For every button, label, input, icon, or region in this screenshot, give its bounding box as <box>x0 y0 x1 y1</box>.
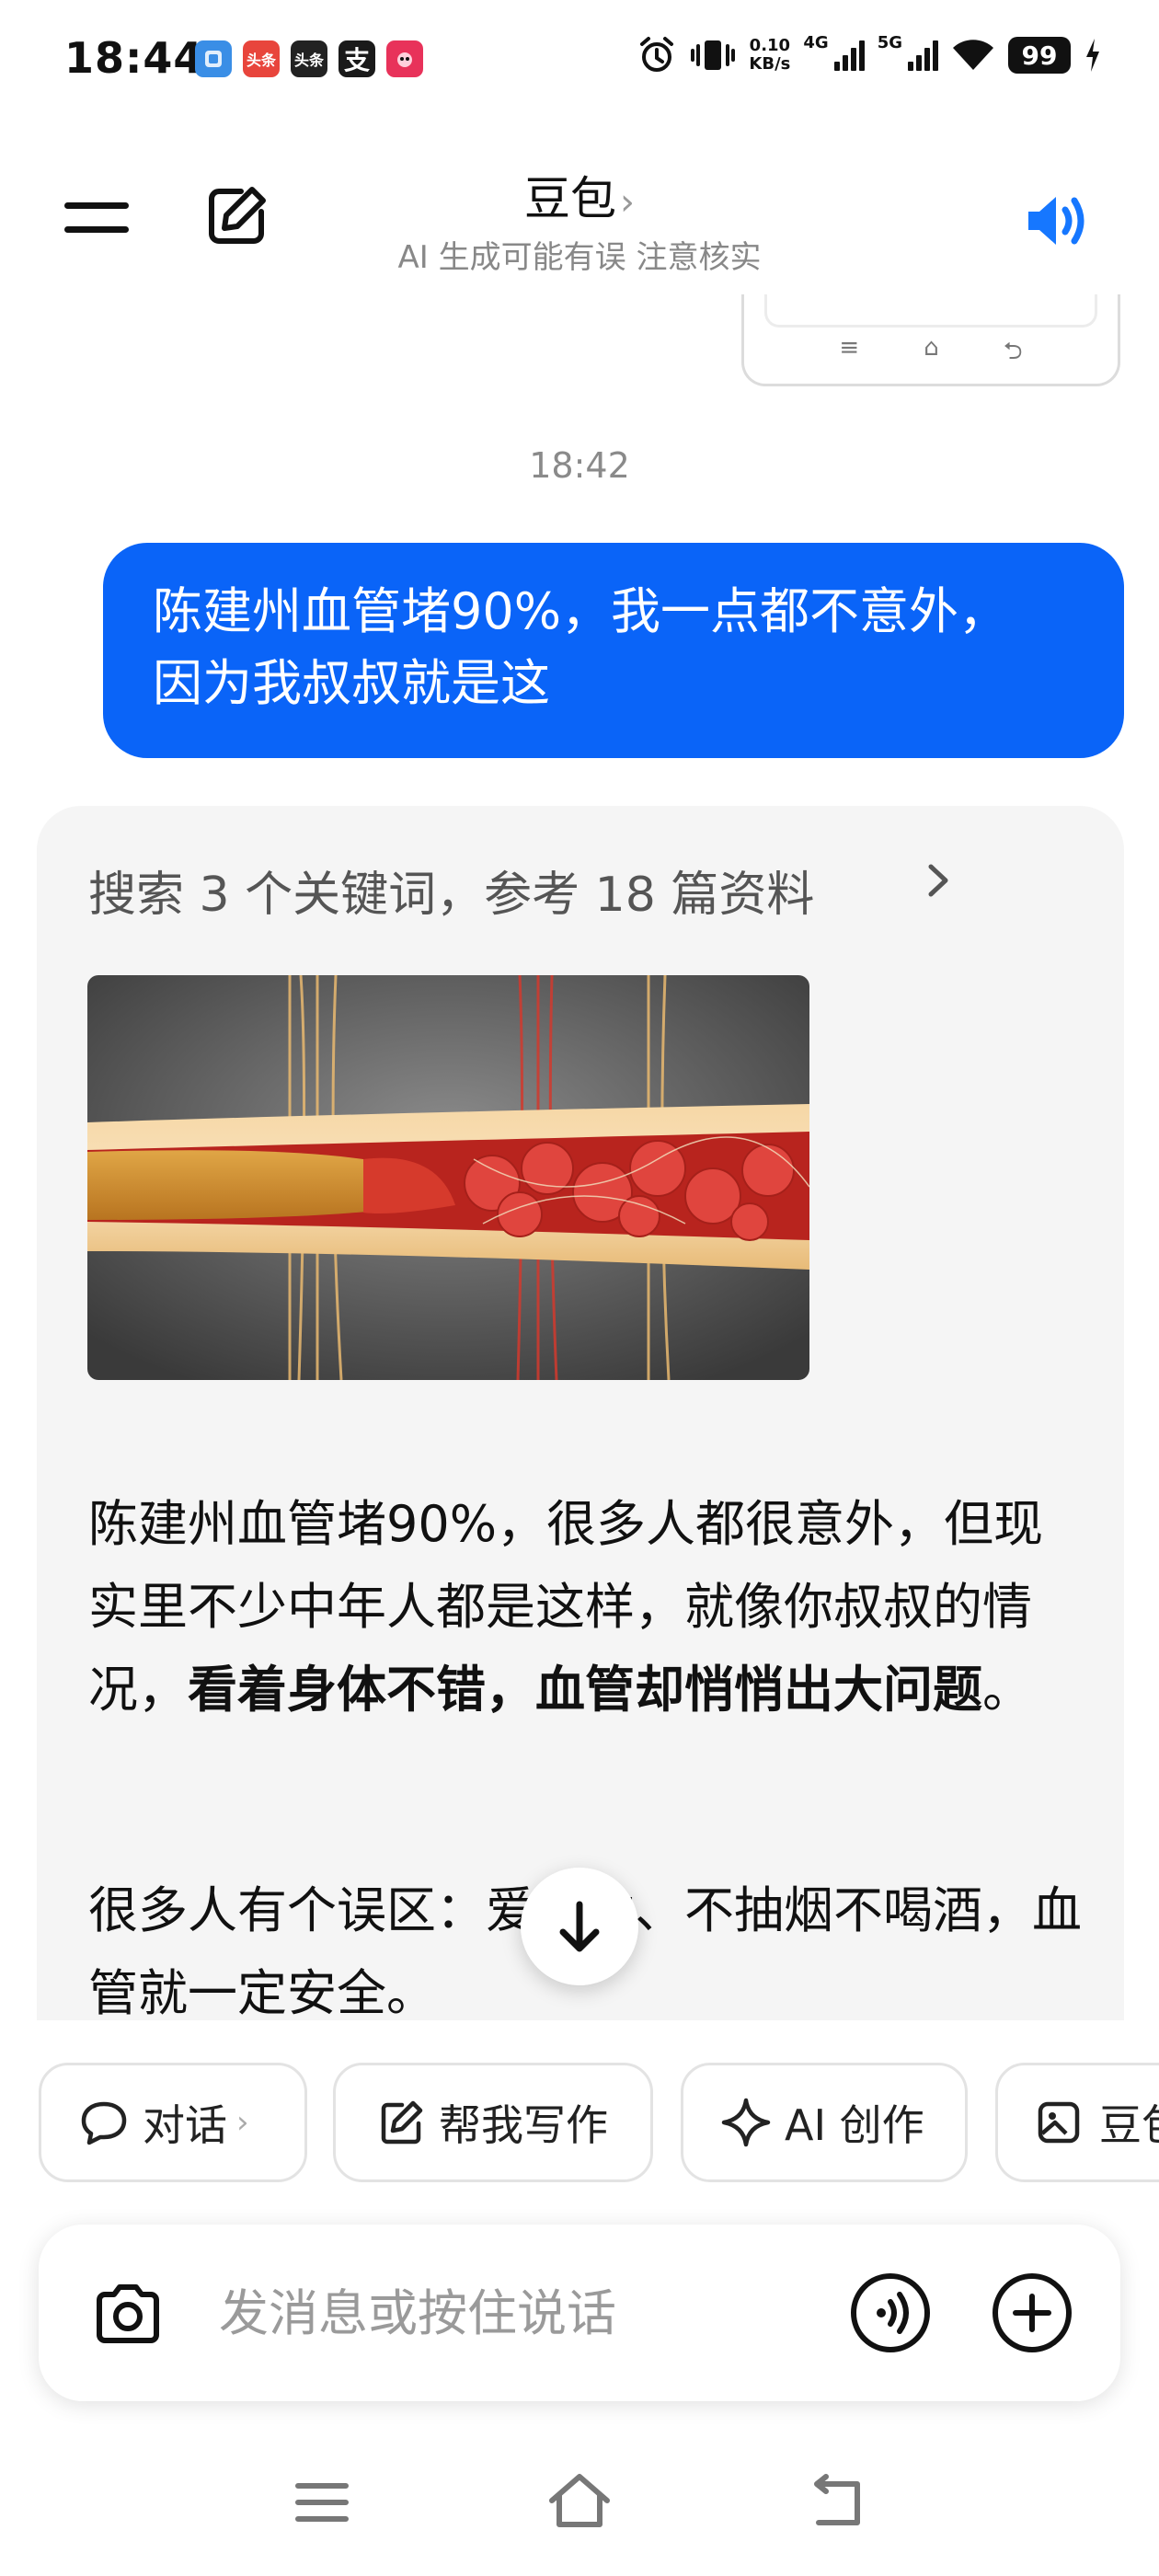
blood-vessel-image[interactable] <box>87 975 809 1380</box>
menu-nav-icon: ≡ <box>839 334 860 362</box>
message-timestamp: 18:42 <box>529 445 630 486</box>
signal-4g-label: 4G <box>803 32 829 52</box>
chat-header: 豆包 › AI 生成可能有误 注意核实 <box>0 138 1159 276</box>
alipay-app-icon: 支 <box>339 40 375 77</box>
user-message-line-1: 陈建州血管堵90%，我一点都不意外， <box>153 582 1009 640</box>
quick-actions-bar: 对话 › 帮我写作 AI 创作 豆包 <box>0 2063 1159 2182</box>
chevron-right-icon: › <box>236 2104 249 2141</box>
message-input[interactable] <box>219 2271 679 2355</box>
ai-disclaimer: AI 生成可能有误 注意核实 <box>397 239 762 276</box>
signal-5g-label: 5G <box>877 32 902 52</box>
chat-mode-chip[interactable]: 对话 › <box>39 2063 307 2182</box>
system-icons: 0.10 KB/s 4G 5G 99 <box>637 32 1102 75</box>
chat-title-area[interactable]: 豆包 › AI 生成可能有误 注意核实 <box>304 162 855 277</box>
camera-icon[interactable] <box>90 2276 166 2352</box>
pen-square-icon <box>381 2100 423 2145</box>
battery-indicator: 99 <box>1008 37 1071 74</box>
image-edit-icon <box>1038 2101 1080 2144</box>
status-time: 18:44 <box>64 33 204 83</box>
system-nav-bar <box>0 2466 1159 2558</box>
chat-title[interactable]: 豆包 › <box>304 162 855 228</box>
user-message-bubble[interactable]: 陈建州血管堵90%，我一点都不意外， 因为我叔叔就是这 <box>103 543 1124 758</box>
previous-screenshot-nav: ≡ ⌂ ⮌ <box>744 334 1118 374</box>
chip-label: AI 创作 <box>785 2100 924 2150</box>
sparkle-icon <box>721 2098 771 2147</box>
doubao-image-chip[interactable]: 豆包 <box>995 2063 1159 2182</box>
user-message-line-2: 因为我叔叔就是这 <box>153 654 550 712</box>
chevron-right-icon: › <box>620 181 635 224</box>
chip-label: 豆包 <box>1099 2100 1159 2150</box>
back-icon[interactable] <box>800 2466 874 2539</box>
network-speed: 0.10 KB/s <box>749 37 790 74</box>
recent-apps-icon[interactable] <box>285 2466 359 2539</box>
voice-call-icon[interactable] <box>848 2271 933 2355</box>
menu-button[interactable] <box>64 197 129 237</box>
ai-message-card: 搜索 3 个关键词，参考 18 篇资料 陈建州血管堵90%，很多人都很意外，但现… <box>37 806 1124 2020</box>
chip-label: 帮我写作 <box>439 2100 608 2150</box>
toutiao-app-icon: 头条 <box>243 40 280 77</box>
help-me-write-chip[interactable]: 帮我写作 <box>333 2063 653 2182</box>
chat-bubble-icon <box>81 2101 127 2145</box>
wifi-icon <box>953 40 993 70</box>
vibrate-icon <box>691 40 736 70</box>
signal-5g-icon <box>908 40 938 71</box>
notification-icons: 头条 头条 支 <box>195 40 423 77</box>
status-bar: 18:44 头条 头条 支 0.10 KB/s 4G 5G 99 <box>0 0 1159 120</box>
chat-title-text: 豆包 <box>524 172 616 225</box>
app-icon-1 <box>195 40 232 77</box>
search-reference-summary[interactable]: 搜索 3 个关键词，参考 18 篇资料 <box>88 856 814 925</box>
toutiao-app-icon-2: 头条 <box>291 40 327 77</box>
speaker-icon[interactable] <box>1021 184 1095 258</box>
network-speed-value: 0.10 <box>749 36 791 55</box>
home-icon[interactable] <box>543 2466 616 2539</box>
scroll-to-bottom-button[interactable] <box>521 1868 638 1985</box>
network-speed-unit: KB/s <box>749 54 791 74</box>
new-chat-edit-icon[interactable] <box>204 184 269 248</box>
signal-4g-icon <box>833 40 865 71</box>
charging-icon <box>1086 39 1099 72</box>
previous-screenshot-inner <box>764 294 1097 328</box>
ai-paragraph-1: 陈建州血管堵90%，很多人都很意外，但现实里不少中年人都是这样，就像你叔叔的情况… <box>88 1483 1091 1731</box>
previous-message-fragment: ≡ ⌂ ⮌ <box>741 294 1120 386</box>
ai-paragraph-1-bold: 看着身体不错，血管却悄悄出大问题 <box>188 1661 982 1719</box>
back-nav-icon: ⮌ <box>1003 338 1023 365</box>
chevron-right-icon[interactable] <box>920 857 957 903</box>
home-nav-icon: ⌂ <box>924 334 939 362</box>
alarm-icon <box>640 37 674 72</box>
ai-create-chip[interactable]: AI 创作 <box>681 2063 968 2182</box>
douyin-app-icon <box>386 40 423 77</box>
ai-paragraph-1-end: 。 <box>982 1661 1032 1719</box>
message-input-bar <box>39 2225 1120 2401</box>
chip-label: 对话 <box>143 2100 227 2150</box>
add-attachment-icon[interactable] <box>990 2271 1074 2355</box>
